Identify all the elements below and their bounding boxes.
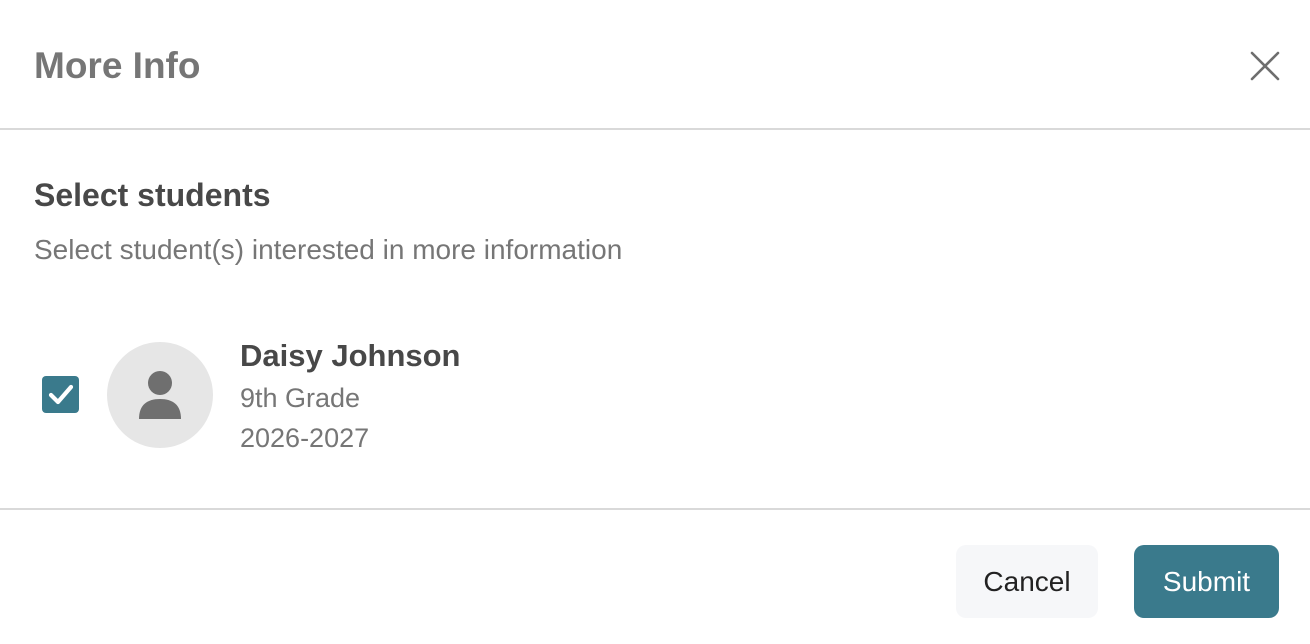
more-info-dialog: More Info Select students Select student… xyxy=(0,0,1310,644)
checkmark-icon xyxy=(48,384,73,404)
dialog-footer: Cancel Submit xyxy=(0,510,1310,644)
close-icon xyxy=(1250,51,1280,81)
close-button[interactable] xyxy=(1243,44,1287,88)
student-checkbox[interactable] xyxy=(42,376,79,413)
section-subtitle: Select student(s) interested in more inf… xyxy=(34,234,623,265)
dialog-title: More Info xyxy=(34,45,201,86)
dialog-header: More Info xyxy=(0,0,1310,130)
student-name: Daisy Johnson xyxy=(240,338,461,373)
submit-button[interactable]: Submit xyxy=(1134,545,1279,618)
dialog-body: Select students Select student(s) intere… xyxy=(0,130,1310,510)
person-icon xyxy=(139,371,181,419)
student-school-year: 2026-2027 xyxy=(240,423,370,453)
section-title: Select students xyxy=(34,177,271,213)
cancel-button[interactable]: Cancel xyxy=(956,545,1098,618)
student-grade: 9th Grade xyxy=(240,383,361,413)
avatar xyxy=(107,342,213,448)
